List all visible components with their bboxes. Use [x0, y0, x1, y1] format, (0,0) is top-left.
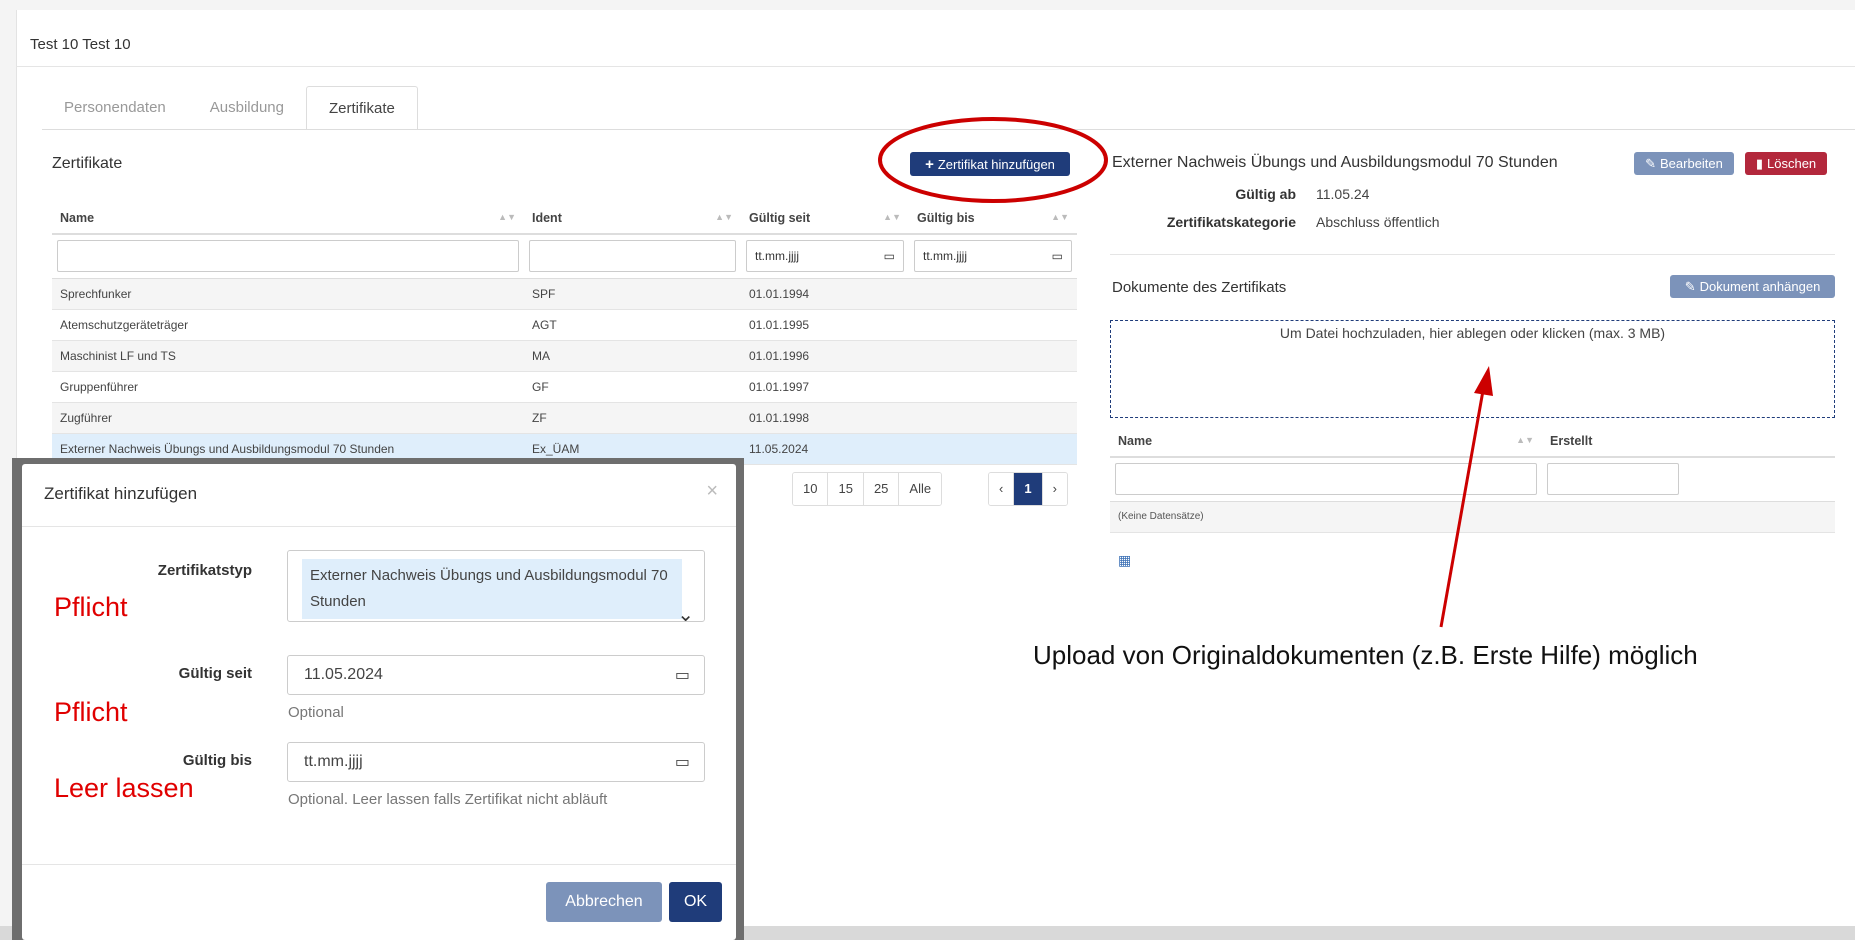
cancel-button[interactable]: Abbrechen	[546, 882, 662, 922]
calendar-icon: ▭	[674, 754, 690, 771]
divider	[22, 526, 736, 527]
divider	[22, 864, 736, 865]
upload-annotation: Upload von Originaldokumenten (z.B. Erst…	[1033, 640, 1698, 670]
close-icon[interactable]: ×	[706, 480, 718, 503]
valid-from-input[interactable]: 11.05.2024 ▭	[287, 655, 705, 695]
required-annotation-type: Pflicht	[54, 592, 128, 622]
add-certificate-dialog: Zertifikat hinzufügen × Zertifikatstyp E…	[22, 464, 736, 940]
dialog-title: Zertifikat hinzufügen	[44, 484, 198, 503]
type-label: Zertifikatstyp	[157, 562, 252, 579]
arrowhead-icon	[1474, 366, 1493, 396]
to-label: Gültig bis	[182, 752, 252, 769]
valid-to-input[interactable]: tt.mm.jjjj ▭	[287, 742, 705, 782]
required-annotation-from: Pflicht	[54, 697, 128, 727]
annotation-arrow	[1439, 384, 1486, 628]
selected-option: Externer Nachweis Übungs und Ausbildungs…	[302, 559, 682, 619]
leave-empty-annotation: Leer lassen	[54, 773, 194, 803]
highlight-circle	[878, 117, 1108, 203]
calendar-icon: ▭	[674, 667, 690, 684]
chevron-down-icon: ⌄	[677, 604, 694, 626]
from-label: Gültig seit	[178, 665, 252, 682]
ok-button[interactable]: OK	[669, 882, 722, 922]
certificate-type-select[interactable]: Externer Nachweis Übungs und Ausbildungs…	[287, 550, 705, 626]
to-help: Optional. Leer lassen falls Zertifikat n…	[288, 791, 608, 808]
from-help: Optional	[288, 704, 344, 721]
